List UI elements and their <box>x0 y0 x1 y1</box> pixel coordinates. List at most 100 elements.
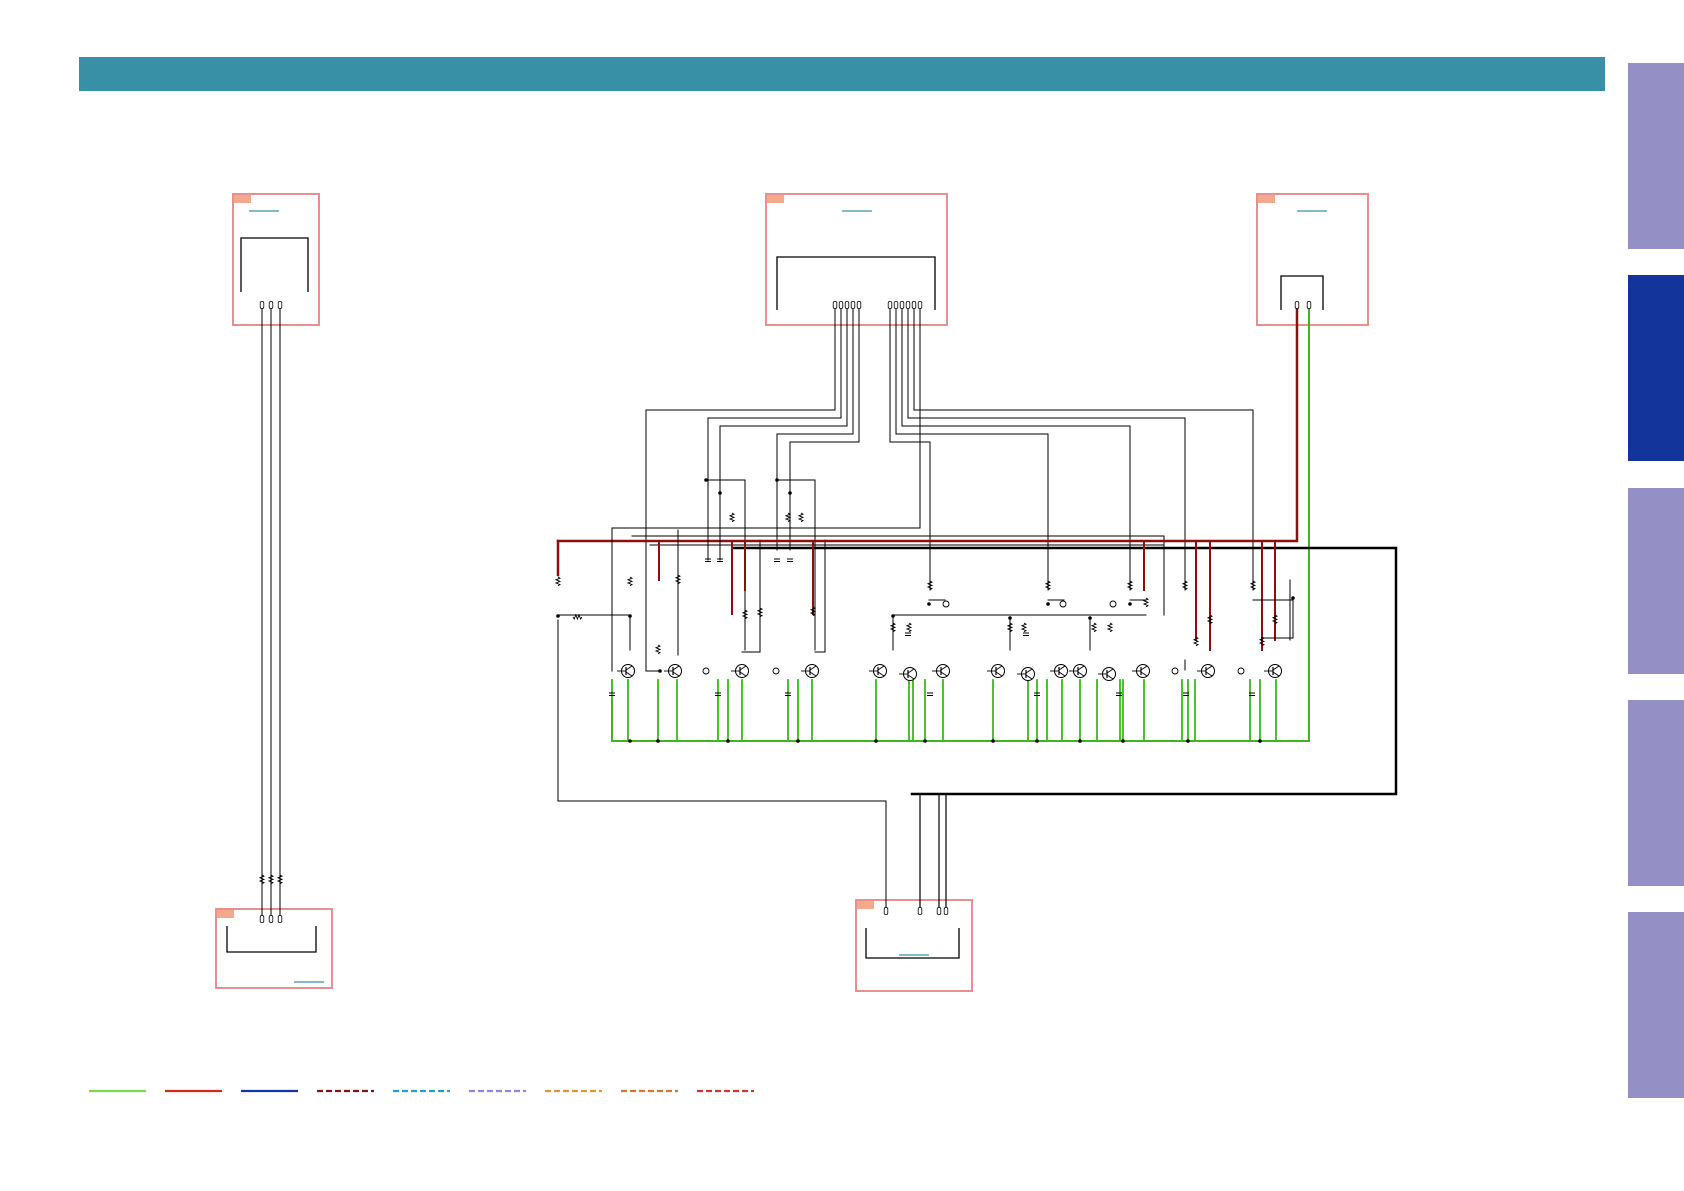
connector-housing <box>865 928 960 959</box>
junction <box>874 739 878 743</box>
connector-housing <box>1280 275 1324 310</box>
junction <box>927 602 931 606</box>
junction <box>788 491 792 495</box>
board-top-right <box>1256 193 1369 326</box>
test-point <box>772 667 780 675</box>
wire <box>814 539 826 653</box>
connector-pin <box>917 907 923 915</box>
connector-pin <box>844 301 850 309</box>
board-tag <box>217 910 234 918</box>
board-bottom-center <box>855 899 973 992</box>
resistor <box>784 512 792 523</box>
transistor <box>664 664 682 678</box>
resistor <box>1090 622 1098 633</box>
test-point <box>942 600 950 608</box>
board-tag <box>234 195 251 203</box>
connector-pin <box>268 301 274 309</box>
resistor <box>626 576 634 587</box>
transistor <box>1050 664 1068 678</box>
junction <box>1088 616 1092 620</box>
test-point <box>1109 600 1117 608</box>
test-point <box>1171 667 1179 675</box>
connector-pin <box>277 301 283 309</box>
connector-housing <box>226 926 317 953</box>
junction <box>1186 739 1190 743</box>
junction <box>923 739 927 743</box>
wire <box>557 619 887 912</box>
wire <box>1252 599 1294 639</box>
connector-pin <box>887 301 893 309</box>
junction <box>726 739 730 743</box>
wire <box>719 308 848 551</box>
test-point <box>1059 600 1067 608</box>
junction <box>556 614 560 618</box>
components <box>258 301 1312 923</box>
board-tag <box>857 901 874 909</box>
power-rail <box>556 307 1299 543</box>
transistor <box>1069 664 1087 678</box>
junction <box>1035 739 1039 743</box>
transistor <box>617 664 635 678</box>
junction <box>1046 602 1050 606</box>
wires <box>261 307 1398 920</box>
junction <box>628 739 632 743</box>
junction <box>704 478 708 482</box>
connector-pin <box>899 301 905 309</box>
junction <box>658 669 662 673</box>
wire <box>707 308 842 551</box>
connector-pin <box>268 915 274 923</box>
connector-pin <box>905 301 911 309</box>
resistor <box>905 622 913 633</box>
wire <box>776 479 816 541</box>
junction <box>1078 739 1082 743</box>
junction <box>1121 739 1125 743</box>
resistor <box>797 512 805 523</box>
junction <box>1128 602 1132 606</box>
junction <box>991 739 995 743</box>
junction <box>1008 616 1012 620</box>
connector-pin <box>883 907 889 915</box>
junction <box>656 739 660 743</box>
junction <box>1258 739 1262 743</box>
resistor <box>1020 622 1028 633</box>
connector-pin <box>832 301 838 309</box>
junction <box>775 478 779 482</box>
capacitor <box>905 632 911 636</box>
resistor <box>1106 622 1114 633</box>
ground-rail <box>611 699 1310 742</box>
test-point <box>1237 667 1245 675</box>
junction <box>796 739 800 743</box>
capacitor <box>927 692 933 696</box>
resistor <box>1142 597 1150 608</box>
resistor <box>572 613 583 621</box>
transistor <box>1098 667 1116 681</box>
junction <box>1291 596 1295 600</box>
resistor <box>728 512 736 523</box>
capacitor <box>774 558 780 562</box>
transistor <box>899 667 917 681</box>
transistor <box>1264 664 1282 678</box>
wire <box>789 308 860 551</box>
connector-housing <box>240 237 309 292</box>
capacitor <box>787 558 793 562</box>
wire <box>645 308 836 672</box>
test-point <box>702 667 710 675</box>
junction <box>718 491 722 495</box>
junction <box>891 614 895 618</box>
transistor <box>869 664 887 678</box>
wire <box>557 614 631 651</box>
wiring-diagram <box>89 193 1398 1093</box>
connector-pin <box>917 301 923 309</box>
connector-pin <box>893 301 899 309</box>
connector-pin <box>850 301 856 309</box>
connector-pin <box>277 915 283 923</box>
board-bottom-left <box>215 908 333 989</box>
transistor <box>731 664 749 678</box>
wire <box>611 308 921 672</box>
capacitor <box>1116 692 1122 696</box>
resistor <box>554 576 562 587</box>
connector-pin <box>259 915 265 923</box>
transistor <box>987 664 1005 678</box>
connector-pin <box>1306 301 1312 309</box>
transistor <box>1197 664 1215 678</box>
